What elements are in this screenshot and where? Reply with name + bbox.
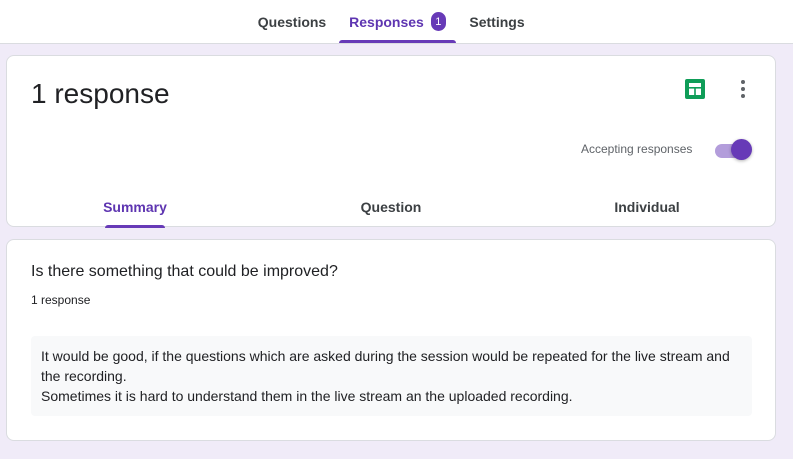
toggle-thumb — [731, 139, 752, 160]
more-vert-icon[interactable] — [733, 78, 753, 100]
accepting-responses-toggle[interactable] — [713, 138, 753, 160]
tab-questions-label: Questions — [257, 13, 327, 30]
responses-header-card: 1 response Accepting responses Summary Q… — [6, 55, 776, 228]
tab-settings[interactable]: Settings — [462, 0, 532, 43]
answer-text-box: It would be good, if the questions which… — [31, 336, 752, 416]
tab-responses-indicator — [339, 40, 456, 43]
question-title: Is there something that could be improve… — [31, 263, 338, 280]
google-sheets-icon[interactable] — [685, 79, 705, 99]
question-response-count: 1 response — [31, 293, 91, 307]
answer-line: It would be good, if the questions which… — [41, 348, 730, 384]
question-summary-card: Is there something that could be improve… — [6, 239, 776, 441]
tab-questions[interactable]: Questions — [248, 0, 336, 43]
tab-responses-label: Responses — [349, 13, 424, 30]
answer-line: Sometimes it is hard to understand them … — [41, 388, 573, 404]
top-nav-bar: Questions Responses 1 Settings — [0, 0, 793, 44]
accepting-responses-label: Accepting responses — [581, 142, 693, 156]
tab-individual-label: Individual — [614, 199, 680, 215]
tab-question-label: Question — [360, 199, 422, 215]
tab-settings-label: Settings — [469, 13, 525, 30]
tab-summary-label: Summary — [103, 199, 167, 215]
tab-question[interactable]: Question — [329, 186, 453, 228]
tab-individual[interactable]: Individual — [585, 186, 709, 228]
tab-summary[interactable]: Summary — [73, 186, 197, 228]
tab-summary-indicator — [105, 225, 165, 228]
tab-responses[interactable]: Responses 1 — [339, 0, 456, 43]
page-title: 1 response — [31, 78, 170, 109]
response-count-badge: 1 — [430, 12, 446, 31]
